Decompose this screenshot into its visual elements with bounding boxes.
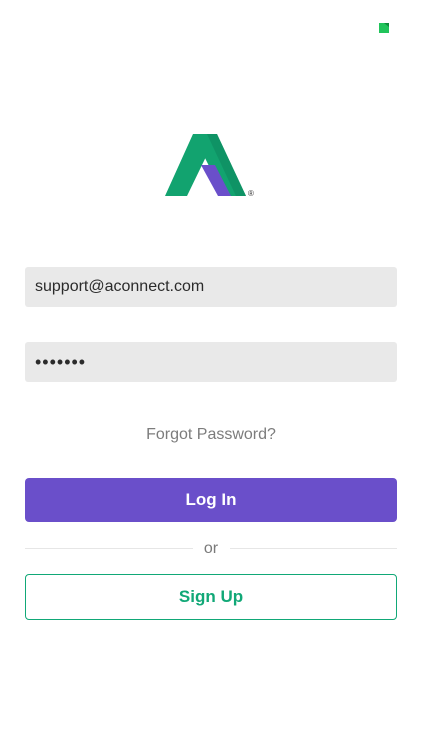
- divider-right: [230, 548, 397, 549]
- or-separator-label: or: [203, 540, 219, 557]
- login-button[interactable]: Log In: [25, 478, 397, 522]
- battery-charging-icon: [379, 20, 389, 33]
- login-screen: ® Forgot Password? Log In or Sign Up: [0, 0, 422, 750]
- forgot-password-link[interactable]: Forgot Password?: [0, 426, 422, 444]
- email-field[interactable]: [25, 267, 397, 307]
- a-logo-icon: ®: [162, 130, 258, 200]
- password-field[interactable]: [25, 342, 397, 382]
- signup-button[interactable]: Sign Up: [25, 574, 397, 620]
- registered-mark: ®: [248, 189, 254, 198]
